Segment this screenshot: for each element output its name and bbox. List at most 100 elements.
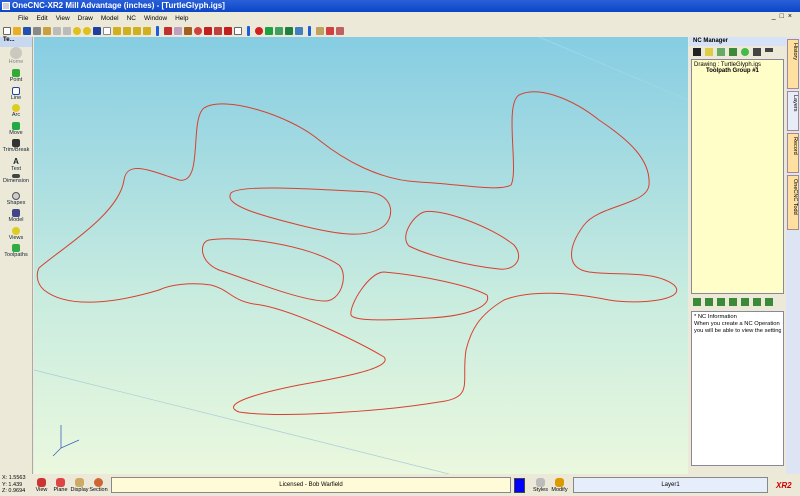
- nc-key-icon[interactable]: [765, 48, 773, 52]
- side-tabs: History Layers Record OneCNC Todd: [786, 37, 800, 474]
- tool-text[interactable]: A Text: [0, 157, 32, 175]
- tab-onecnc-todd[interactable]: OneCNC Todd: [787, 175, 799, 230]
- title-bar: OneCNC-XR2 Mill Advantage (inches) - [Tu…: [0, 0, 800, 12]
- zoom-out-icon[interactable]: [123, 26, 131, 35]
- nc-view-icon[interactable]: [717, 48, 725, 56]
- nc-edit-icon[interactable]: [717, 298, 725, 306]
- undo-icon[interactable]: [53, 26, 61, 35]
- tools-panel: Te... Home Point Line Arc Move Trim/Brea…: [0, 37, 33, 474]
- zoom-all-icon[interactable]: [83, 26, 91, 35]
- styles-icon: [536, 477, 545, 487]
- redraw-icon[interactable]: [73, 26, 81, 35]
- zoom-prev-icon[interactable]: [133, 26, 141, 35]
- redo-icon[interactable]: [63, 26, 71, 35]
- tool-point[interactable]: Point: [0, 69, 32, 87]
- view-button[interactable]: View: [32, 477, 51, 493]
- tab-layers[interactable]: Layers: [787, 91, 799, 131]
- plane-button[interactable]: Plane: [51, 477, 70, 493]
- section-button[interactable]: Section: [89, 477, 108, 493]
- grid4-icon[interactable]: [234, 26, 242, 35]
- zoom-icon[interactable]: [143, 26, 151, 35]
- coordinates-readout: X: 1.5563 Y: 1.439 Z: 0.9694: [0, 475, 32, 495]
- window-icon[interactable]: [295, 26, 303, 35]
- tool-toolpaths[interactable]: Toolpaths: [0, 244, 32, 262]
- tool-icon[interactable]: [336, 26, 344, 35]
- nc-information-box: * NC Information When you create a NC Op…: [691, 311, 784, 466]
- active-color-swatch[interactable]: [514, 477, 525, 493]
- zoom-in-icon[interactable]: [113, 26, 121, 35]
- nc-path-icon[interactable]: [729, 298, 737, 306]
- tool-dimension[interactable]: Dimension: [0, 174, 32, 192]
- tree-toolpath-group[interactable]: Toolpath Group #1: [694, 68, 781, 74]
- tool-arc[interactable]: Arc: [0, 104, 32, 122]
- nc-tools-icon[interactable]: [753, 48, 761, 56]
- display-button[interactable]: Display: [70, 477, 89, 493]
- tool-line[interactable]: Line: [0, 86, 32, 105]
- tool-move[interactable]: Move: [0, 121, 32, 140]
- tab-record[interactable]: Record: [787, 133, 799, 173]
- copy-icon[interactable]: [265, 26, 273, 35]
- nc-export-icon[interactable]: [729, 48, 737, 56]
- nc-recycle-icon[interactable]: [741, 298, 749, 306]
- section-icon: [94, 477, 103, 487]
- import-icon[interactable]: [43, 26, 51, 35]
- layout-icon[interactable]: [164, 26, 172, 35]
- shade-icon[interactable]: [184, 26, 192, 35]
- grid2-icon[interactable]: [214, 26, 222, 35]
- styles-button[interactable]: Styles: [531, 477, 550, 493]
- display-icon: [75, 477, 84, 487]
- info-line: When you create a NC Operation: [694, 321, 780, 327]
- mirror-icon[interactable]: [285, 26, 293, 35]
- render-icon[interactable]: [174, 26, 182, 35]
- grid-icon[interactable]: [204, 26, 212, 35]
- nc-help-icon[interactable]: [693, 298, 701, 306]
- axis-triad-icon: [52, 425, 80, 457]
- nc-manager-toolbar: [689, 46, 786, 59]
- open-icon[interactable]: [13, 26, 21, 35]
- tool-views[interactable]: Views: [0, 226, 32, 245]
- zoom-window-icon[interactable]: [103, 26, 111, 35]
- save-icon[interactable]: [23, 26, 31, 35]
- modify-button[interactable]: Modify: [550, 477, 569, 493]
- menu-file[interactable]: File: [18, 15, 28, 22]
- info-line: * NC Information: [694, 314, 737, 320]
- tool-home[interactable]: Home: [0, 47, 32, 69]
- stop-icon[interactable]: [255, 26, 263, 35]
- nc-info-icon[interactable]: [753, 298, 761, 306]
- license-field: Licensed - Bob Warfield: [111, 477, 511, 493]
- plane-icon: [56, 477, 65, 487]
- tab-history[interactable]: History: [787, 39, 799, 89]
- line-icon: [12, 86, 20, 95]
- nc-group-icon[interactable]: [741, 48, 749, 56]
- layer-field[interactable]: Layer1: [573, 477, 768, 493]
- home-icon[interactable]: [326, 26, 334, 35]
- plane-edge: [34, 369, 450, 474]
- tool-model[interactable]: Model: [0, 209, 32, 227]
- print-icon[interactable]: [33, 26, 41, 35]
- menu-draw[interactable]: Draw: [78, 15, 93, 22]
- drawing-viewport[interactable]: [34, 37, 688, 474]
- menu-view[interactable]: View: [56, 15, 70, 22]
- point-icon: [12, 69, 20, 77]
- nc-pin-icon[interactable]: [765, 298, 773, 306]
- nc-new-icon[interactable]: [693, 48, 701, 56]
- nc-op-icon[interactable]: [705, 298, 713, 306]
- nc-3d-icon[interactable]: [705, 48, 713, 56]
- grid3-icon[interactable]: [224, 26, 232, 35]
- menu-window[interactable]: Window: [144, 15, 167, 22]
- tool-trim-break[interactable]: Trim/Break: [0, 139, 32, 157]
- inner-contour-1: [229, 187, 392, 235]
- measure-icon[interactable]: [316, 26, 324, 35]
- window-controls[interactable]: _□×: [772, 13, 796, 20]
- tool-shapes[interactable]: Shapes: [0, 191, 32, 210]
- nc-tree: Drawing : TurtleGlyph.igs Toolpath Group…: [691, 59, 784, 294]
- pen-icon[interactable]: [93, 26, 101, 35]
- menu-nc[interactable]: NC: [127, 15, 136, 22]
- menu-model[interactable]: Model: [101, 15, 119, 22]
- menu-edit[interactable]: Edit: [36, 15, 47, 22]
- transform-icon[interactable]: [275, 26, 283, 35]
- menu-help[interactable]: Help: [175, 15, 188, 22]
- new-icon[interactable]: [3, 26, 11, 35]
- solid-icon[interactable]: [194, 26, 202, 35]
- model-icon: [12, 209, 20, 217]
